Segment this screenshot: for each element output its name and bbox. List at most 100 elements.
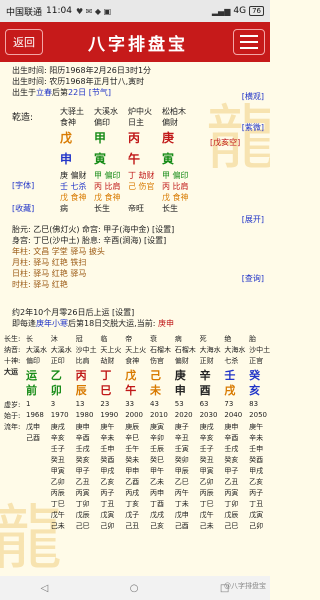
- liunian-cell: 壬戌: [75, 445, 90, 453]
- liunian-cell: 辛酉: [224, 434, 239, 442]
- taiyuan-line: 胎元: 乙巳(佛灯火) 命宫: 甲子(海中金) [设置]: [12, 225, 175, 234]
- liunian-cell: 戊寅: [249, 511, 264, 519]
- liunian-cell: [4, 455, 26, 465]
- liunian-cell: [4, 521, 26, 531]
- day-shensha: 日柱: 驿马 红艳 驿马: [12, 269, 87, 278]
- nav-back-icon[interactable]: ◁: [41, 583, 49, 594]
- liunian-cell: [4, 510, 26, 520]
- liunian-cell: 乙亥: [100, 478, 115, 486]
- liunian-cell: 丙戌: [125, 489, 140, 497]
- liunian-cell: 甲子: [75, 467, 90, 475]
- liunian-cell: 乙巳: [174, 478, 189, 486]
- liunian-cell: [26, 477, 51, 487]
- status-bar: 中国联通 11:04 ♥ ✉ ◆ ▣ ▂▄▆ 4G 76: [0, 0, 270, 22]
- liunian-cell: 丁卯: [224, 500, 239, 508]
- liunian-cell: 乙亥: [249, 478, 264, 486]
- watermark: @八字排盘宝: [224, 582, 266, 590]
- liunian-row: 丙辰 丙寅 丙子 丙戌 丙申 丙午 丙辰 丙寅 丙子: [4, 488, 270, 498]
- liunian-row: 乙卯 乙丑 乙亥 乙酉 乙未 乙巳 乙卯 乙丑 乙亥: [4, 477, 270, 487]
- liunian-cell: 辛酉: [75, 434, 90, 442]
- liunian-cell: 癸巳: [149, 456, 164, 464]
- liunian-cell: 己巳: [224, 522, 239, 530]
- liunian-cell: 丙辰: [50, 489, 65, 497]
- horizontal-view-link[interactable]: [横观]: [242, 91, 264, 102]
- notification-icons: ♥ ✉ ◆ ▣: [75, 6, 112, 16]
- liunian-cell: 戊寅: [100, 511, 115, 519]
- liunian-cell: 壬子: [50, 445, 65, 453]
- liunian-cell: 丁巳: [199, 500, 214, 508]
- liunian-cell: 癸卯: [174, 456, 189, 464]
- liunian-cell: 丁丑: [249, 500, 264, 508]
- liunian-cell: [26, 455, 51, 465]
- liunian-row: 甲寅 甲子 甲戌 甲申 甲午 甲辰 甲寅 甲子 甲戌: [4, 466, 270, 476]
- liunian-cell: 戊申: [174, 511, 189, 519]
- liunian-cell: 己亥: [149, 522, 164, 530]
- liunian-row: 己未 己巳 己卯 己丑 己亥 己酉 己未 己巳 己卯: [4, 521, 270, 531]
- dayun-year-row: 始于: 1968 1970 1980 1990 2000 2010 2020 2030 2040 2…: [4, 411, 267, 420]
- liunian-row: 丁巳 丁卯 丁丑 丁亥 丁酉 丁未 丁巳 丁卯 丁丑: [4, 499, 270, 509]
- liunian-cell: 辛未: [100, 434, 115, 442]
- favorite-link[interactable]: [收藏]: [12, 203, 34, 214]
- menu-icon[interactable]: [233, 29, 265, 55]
- shishen-row: 食神 偏印 日主 偏财: [60, 118, 178, 127]
- liunian-cell: 乙卯: [199, 478, 214, 486]
- liunian-cell: 壬戌: [224, 445, 239, 453]
- liunian-cell: 己卯: [249, 522, 264, 530]
- dayun-branches-row: 前卯辰巳午未申酉戌亥: [26, 384, 261, 397]
- liunian-cell: 甲寅: [50, 467, 65, 475]
- font-link[interactable]: [字体]: [12, 180, 34, 191]
- twelve-state-row: 病长生 帝旺 长生: [60, 204, 178, 213]
- liunian-cell: [26, 444, 51, 454]
- liunian-cell: [4, 433, 26, 443]
- liunian-cell: 戊午: [199, 511, 214, 519]
- liunian-cell: 己巳: [75, 522, 90, 530]
- ziwei-link[interactable]: [紫微]: [242, 122, 264, 133]
- solar-term-link[interactable]: [节气]: [89, 88, 111, 97]
- liunian-cell: 丁卯: [75, 500, 90, 508]
- liunian-header-row: 流年: 戊申 庚戌 庚申 庚午 庚辰 庚寅 庚子 庚戌 庚申 庚午: [4, 423, 264, 431]
- liunian-cell: 壬申: [100, 445, 115, 453]
- signal-icon: ▂▄▆: [211, 6, 231, 16]
- liunian-cell: 辛丑: [174, 434, 189, 442]
- liunian-cell: 癸酉: [100, 456, 115, 464]
- liunian-cell: 甲寅: [199, 467, 214, 475]
- liunian-cell: [4, 488, 26, 498]
- app-header: 返回 八字排盘宝: [0, 22, 270, 62]
- liunian-cell: [26, 510, 51, 520]
- kongwang-label: [戊亥空]: [210, 138, 241, 147]
- app-title: 八字排盘宝: [88, 34, 188, 55]
- liunian-cell: [26, 466, 51, 476]
- liunian-cell: 丙申: [149, 489, 164, 497]
- qiyun-line: 约2年10个月零26日后上运 [设置]: [12, 308, 135, 317]
- liunian-cell: 乙未: [149, 478, 164, 486]
- jiaoyun-line: 即每逢庚年小寒后第18日交脱大运,当前: 庚申: [12, 319, 174, 328]
- nav-home-icon[interactable]: ○: [130, 583, 139, 594]
- liunian-cell: 乙丑: [224, 478, 239, 486]
- hour-shensha: 时柱: 驿马 红艳: [12, 280, 68, 289]
- liunian-cell: 戊子: [125, 511, 140, 519]
- liunian-cell: 癸亥: [75, 456, 90, 464]
- liunian-cell: 甲戌: [100, 467, 115, 475]
- liunian-cell: 丙子: [249, 489, 264, 497]
- expand-link[interactable]: [展开]: [242, 214, 264, 225]
- liunian-cell: 己酉: [26, 434, 40, 442]
- dayun-stems-row: 大运运乙丙丁戊己庚辛壬癸: [4, 368, 261, 382]
- liunian-cell: 壬辰: [149, 445, 164, 453]
- liunian-cell: 己未: [50, 522, 65, 530]
- carrier: 中国联通: [6, 7, 43, 18]
- back-button[interactable]: 返回: [5, 29, 43, 55]
- liunian-row: 壬子 壬戌 壬申 壬午 壬辰 壬寅 壬子 壬戌 壬申: [4, 444, 270, 454]
- query-link[interactable]: [查询]: [242, 273, 264, 284]
- liunian-cell: 己未: [199, 522, 214, 530]
- battery-icon: 76: [249, 6, 264, 16]
- gender-label: 乾造:: [12, 113, 34, 123]
- liunian-cell: 甲戌: [249, 467, 264, 475]
- liunian-cell: 戊午: [50, 511, 65, 519]
- liunian-cell: 辛巳: [125, 434, 140, 442]
- hidden-stems-1: 庚 偏财甲 偏印丁 劫财甲 偏印: [60, 171, 189, 180]
- liunian-cell: 癸酉: [249, 456, 264, 464]
- liunian-cell: [26, 521, 51, 531]
- liunian-cell: 丁亥: [125, 500, 140, 508]
- nayin-row: 大驿土 大溪水 炉中火 松柏木: [60, 107, 186, 116]
- liunian-cell: 丙辰: [199, 489, 214, 497]
